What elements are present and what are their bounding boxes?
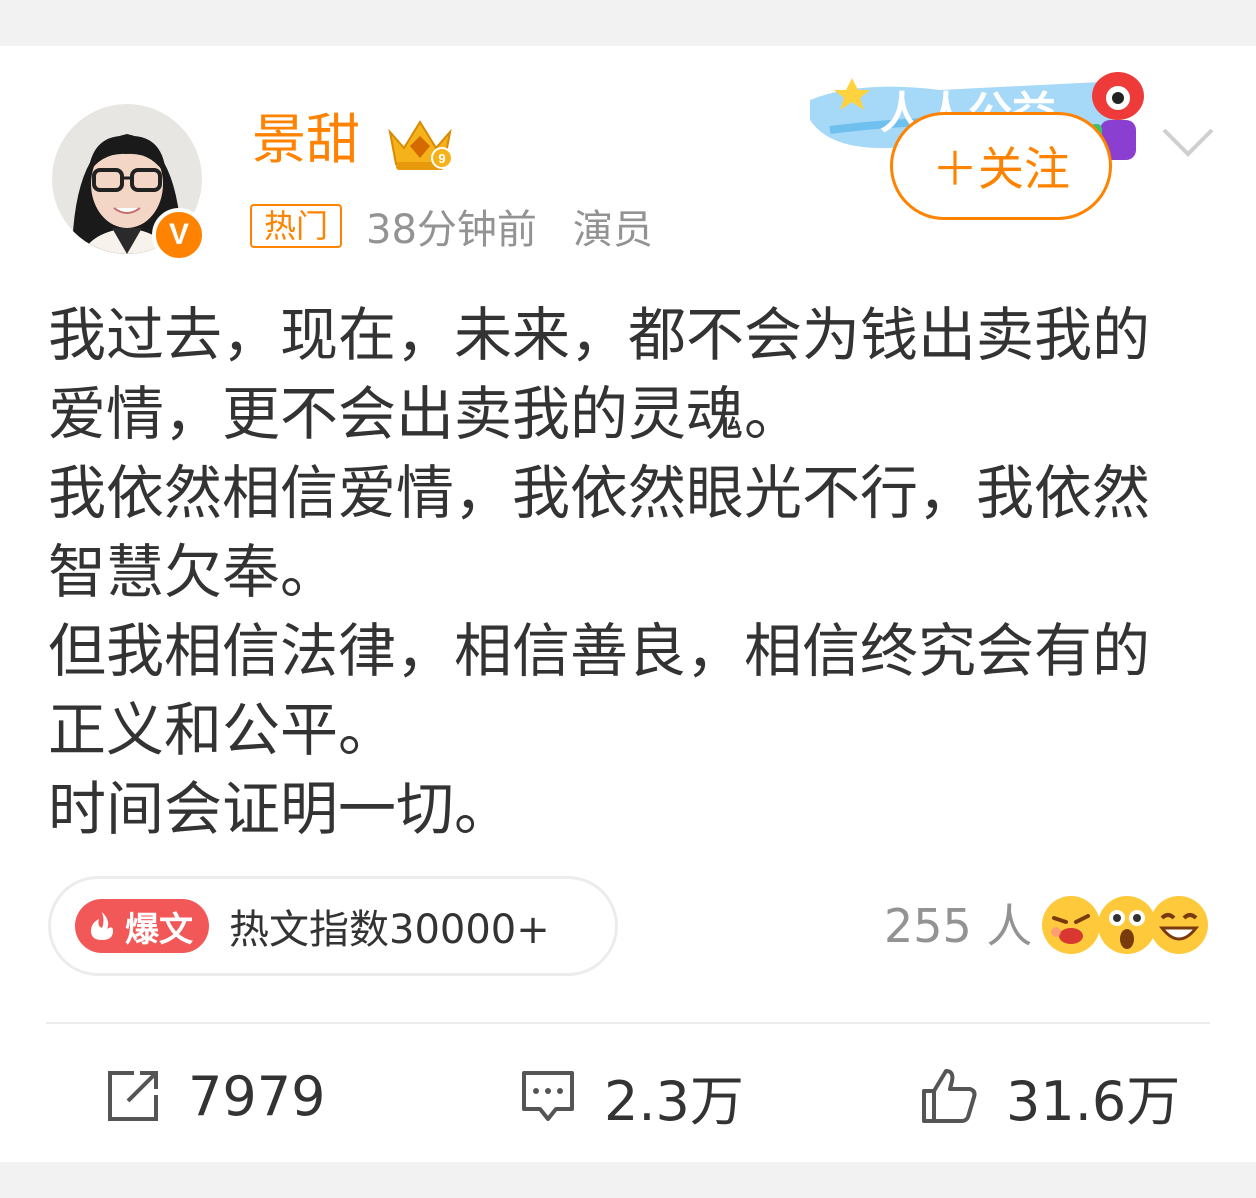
post-content: 我过去，现在，未来，都不会为钱出卖我的 爱情，更不会出卖我的灵魂。 我依然相信爱… [48, 296, 1218, 849]
comment-count: 2.3万 [604, 1069, 744, 1133]
post-time: 38分钟前 [366, 207, 537, 253]
verified-v-icon: V [152, 208, 206, 262]
like-button[interactable]: 31.6万 [918, 1058, 1180, 1134]
user-role: 演员 [572, 207, 653, 253]
content-line: 正义和公平。 [48, 696, 397, 764]
repost-icon [108, 1071, 158, 1121]
username[interactable]: 景甜 [252, 104, 360, 176]
weibo-post-card: V 景甜 9 热门 38分钟前 演员 人人公益 ＋关注 我过去，现在，未来，都不… [0, 46, 1256, 1162]
post-meta: 热门 38分钟前 演员 [250, 200, 653, 253]
reaction-count[interactable]: 255 人 [884, 898, 1032, 954]
content-line: 我过去，现在，未来，都不会为钱出卖我的 [48, 301, 1151, 369]
hot-index-pill[interactable]: 爆文 热文指数30000+ [48, 876, 618, 976]
content-line: 爱情，更不会出卖我的灵魂。 [48, 380, 803, 448]
divider [46, 1022, 1210, 1024]
hot-tag: 热门 [250, 204, 343, 248]
chevron-down-icon[interactable] [1158, 122, 1218, 162]
flame-icon [91, 912, 113, 940]
bao-badge: 爆文 [75, 899, 209, 953]
content-line: 时间会证明一切。 [48, 775, 513, 843]
content-line: 智慧欠奉。 [48, 538, 339, 606]
svg-text:9: 9 [438, 151, 445, 166]
crown-badge-icon[interactable]: 9 [384, 114, 456, 174]
content-line: 我依然相信爱情，我依然眼光不行，我依然 [48, 459, 1151, 527]
bao-label: 爆文 [125, 909, 193, 950]
laughing-emoji-icon [1150, 896, 1208, 954]
like-count: 31.6万 [1006, 1069, 1181, 1133]
smirk-emoji-icon [1042, 896, 1100, 954]
thumbs-up-icon [922, 1069, 977, 1123]
repost-count: 7979 [188, 1064, 326, 1128]
hot-index-text: 热文指数30000+ [229, 907, 550, 953]
comment-button[interactable]: 2.3万 [518, 1058, 744, 1134]
content-line: 但我相信法律，相信善良，相信终究会有的 [48, 617, 1151, 685]
follow-button[interactable]: ＋关注 [890, 112, 1112, 220]
repost-button[interactable]: 7979 [104, 1058, 325, 1134]
comment-icon [522, 1071, 574, 1121]
